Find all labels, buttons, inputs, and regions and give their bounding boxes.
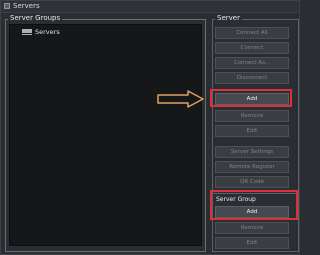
server-groups-tree[interactable]: Servers xyxy=(9,24,202,246)
remote-register-button[interactable]: Remote Register xyxy=(215,161,289,173)
arrow-right-icon xyxy=(157,90,204,108)
window-title: Servers xyxy=(13,2,40,10)
server-settings-button[interactable]: Server Settings xyxy=(215,146,289,158)
add-server-highlight xyxy=(210,89,292,107)
connect-as-button[interactable]: Connect As... xyxy=(215,57,289,69)
tree-item-servers[interactable]: Servers xyxy=(22,28,60,36)
tree-item-label: Servers xyxy=(35,28,60,36)
app-icon xyxy=(4,3,10,9)
server-group-highlight xyxy=(210,190,298,220)
edit-server-button[interactable]: Edit xyxy=(215,125,289,137)
title-bar: Servers xyxy=(1,1,299,13)
edit-server-group-button[interactable]: Edit xyxy=(215,237,289,249)
qr-code-button[interactable]: QR Code xyxy=(215,176,289,188)
server-groups-label: Server Groups xyxy=(8,14,63,22)
server-icon xyxy=(22,29,32,36)
remove-server-group-button[interactable]: Remove xyxy=(215,222,289,234)
server-label: Server xyxy=(215,14,242,22)
connect-all-button[interactable]: Connect All xyxy=(215,27,289,39)
disconnect-button[interactable]: Disconnect xyxy=(215,72,289,84)
remove-server-button[interactable]: Remove xyxy=(215,110,289,122)
connect-button[interactable]: Connect xyxy=(215,42,289,54)
